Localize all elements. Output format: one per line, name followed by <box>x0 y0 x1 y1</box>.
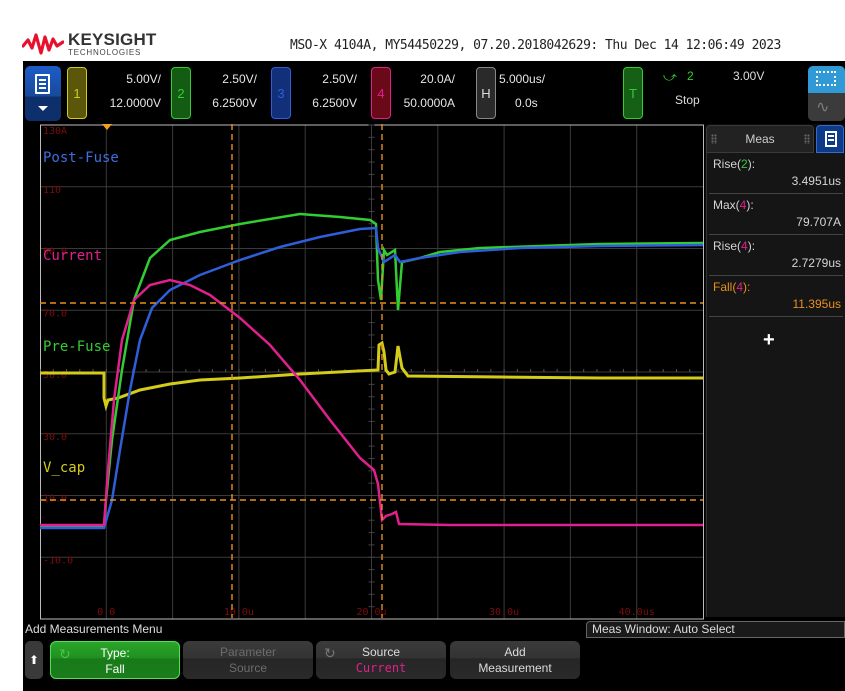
channel-1-scale: 5.00V/ <box>126 72 161 86</box>
horizontal-button[interactable]: H <box>476 67 496 119</box>
source-softkey-value: Current <box>355 661 407 675</box>
trigger-level[interactable]: 3.00V <box>733 69 764 83</box>
channel-1-offset: 12.0000V <box>109 96 161 110</box>
channel-2-offset: 6.2500V <box>212 96 257 110</box>
y-tick-label: 130A <box>43 126 67 137</box>
measurement-value: 3.4951us <box>791 174 841 188</box>
type-softkey[interactable]: ↻ Type: Fall <box>50 641 180 679</box>
measurement-value: 2.7279us <box>791 256 841 270</box>
channel-2-button[interactable]: 2 <box>171 67 191 119</box>
measurement-name: Fall <box>713 280 733 294</box>
horizontal-label: H <box>481 85 491 101</box>
waveform-graticule[interactable]: 130A11090.070.050.030.010.0-10.00.0 10.0u… <box>40 124 704 620</box>
x-tick-label: 10.0u <box>224 607 254 618</box>
waveform-edit-icon: ∿ <box>816 99 830 116</box>
x-tick-label: 0.0 <box>97 607 115 618</box>
y-tick-label: 30.0 <box>43 432 67 443</box>
brand-subtitle: TECHNOLOGIES <box>68 48 142 57</box>
channel-3-scale: 2.50V/ <box>322 72 357 86</box>
channel-3-offset: 6.2500V <box>312 96 357 110</box>
channel-3-button[interactable]: 3 <box>271 67 291 119</box>
channel-label-ch4: Current <box>43 248 102 264</box>
meas-tab-label: Meas <box>745 132 775 146</box>
channel-3-number: 3 <box>277 85 285 101</box>
channel-1-number: 1 <box>73 85 81 101</box>
channel-4-scale: 20.0A/ <box>420 72 455 86</box>
channel-2-settings[interactable]: 2.50V/ 6.2500V <box>193 67 257 115</box>
measurement-row-selected[interactable]: Fall(4): 11.395us <box>709 276 843 317</box>
chevron-down-icon <box>38 106 48 111</box>
rising-edge-icon: ⤻ <box>663 69 677 84</box>
measurement-row[interactable]: Rise(4): 2.7279us <box>709 235 843 276</box>
parameter-source-softkey[interactable]: Parameter Source <box>183 641 313 679</box>
meas-menu-icon[interactable] <box>816 125 844 153</box>
measurement-panel: Meas Rise(2): 3.4951us Max(4): 79.707A R… <box>705 124 845 617</box>
add-measurement-plus-icon[interactable]: + <box>763 329 775 352</box>
timebase-scale: 5.000us/ <box>499 72 546 86</box>
menu-title: Add Measurements Menu <box>25 622 163 636</box>
trigger-position-marker <box>102 124 112 130</box>
channel-1-button[interactable]: 1 <box>67 67 87 119</box>
arrow-up-icon: ⬆ <box>28 653 40 667</box>
measurement-channel: 4 <box>736 280 744 294</box>
trigger-label: T <box>629 85 637 101</box>
y-tick-label: -10.0 <box>43 555 73 566</box>
measurement-channel: 2 <box>741 157 748 171</box>
rotate-knob-icon: ↻ <box>324 645 336 661</box>
channel-4-settings[interactable]: 20.0A/ 50.0000A <box>393 67 455 115</box>
y-tick-label: 110 <box>43 185 61 196</box>
keysight-logo: KEYSIGHT TECHNOLOGIES <box>22 30 162 58</box>
measurement-value: 11.395us <box>792 297 842 311</box>
y-tick-label: 10.0 <box>43 494 67 505</box>
meas-window-status: Meas Window: Auto Select <box>586 621 845 638</box>
measurement-channel: 4 <box>739 198 747 212</box>
parameter-softkey-value: Source <box>228 661 268 675</box>
add-softkey-value: Measurement <box>478 661 552 675</box>
keysight-wave-icon <box>22 33 64 55</box>
drag-grip-icon[interactable] <box>804 134 810 144</box>
meas-tab[interactable]: Meas <box>706 125 814 153</box>
trigger-source[interactable]: 2 <box>687 69 694 83</box>
horizontal-settings[interactable]: 5.000us/ 0.0s <box>499 67 559 115</box>
measurement-value: 79.707A <box>796 215 841 229</box>
channel-1-settings[interactable]: 5.00V/ 12.0000V <box>89 67 161 115</box>
channel-3-settings[interactable]: 2.50V/ 6.2500V <box>293 67 357 115</box>
selection-box-icon <box>816 71 836 86</box>
measurement-row[interactable]: Max(4): 79.707A <box>709 194 843 235</box>
channel-4-button[interactable]: 4 <box>371 67 391 119</box>
channel-label-ch2: Pre-Fuse <box>43 339 110 355</box>
channel-4-number: 4 <box>377 85 385 101</box>
channel-2-number: 2 <box>177 85 185 101</box>
menu-list-icon <box>35 74 50 94</box>
measurement-row[interactable]: Rise(2): 3.4951us <box>709 153 843 194</box>
y-tick-label: 70.0 <box>43 308 67 319</box>
parameter-softkey-label: Parameter <box>219 645 277 659</box>
measurement-channel: 4 <box>741 239 748 253</box>
type-softkey-value: Fall <box>105 662 125 676</box>
source-softkey[interactable]: ↻ Source Current <box>316 641 446 679</box>
x-tick-label: 30.0u <box>489 607 519 618</box>
measurement-list: Rise(2): 3.4951us Max(4): 79.707A Rise(4… <box>706 153 845 617</box>
scope-display: 1 5.00V/ 12.0000V 2 2.50V/ 6.2500V 3 2.5… <box>23 61 845 691</box>
channel-label-ch3: Post-Fuse <box>43 150 119 166</box>
rotate-knob-icon: ↻ <box>59 646 71 662</box>
add-softkey-label: Add <box>504 645 526 659</box>
zoom-select-button[interactable]: ∿ <box>808 66 845 121</box>
x-tick-label: 40.0us <box>619 607 655 618</box>
measurement-name: Max <box>713 198 736 212</box>
add-measurement-softkey[interactable]: Add Measurement <box>450 641 580 679</box>
run-state[interactable]: Stop <box>675 93 700 107</box>
timebase-delay: 0.0s <box>515 96 538 110</box>
brand-name: KEYSIGHT <box>68 30 157 49</box>
measurement-name: Rise <box>713 239 738 253</box>
channel-2-scale: 2.50V/ <box>222 72 257 86</box>
main-menu-button[interactable] <box>25 66 61 121</box>
channel-label-ch1: V_cap <box>43 460 85 476</box>
channel-4-offset: 50.0000A <box>403 96 455 110</box>
instrument-info: MSO-X 4104A, MY54450229, 07.20.201804262… <box>290 38 781 53</box>
measurement-name: Rise <box>713 157 738 171</box>
trigger-button[interactable]: T <box>623 67 643 119</box>
menu-up-button[interactable]: ⬆ <box>25 641 43 679</box>
